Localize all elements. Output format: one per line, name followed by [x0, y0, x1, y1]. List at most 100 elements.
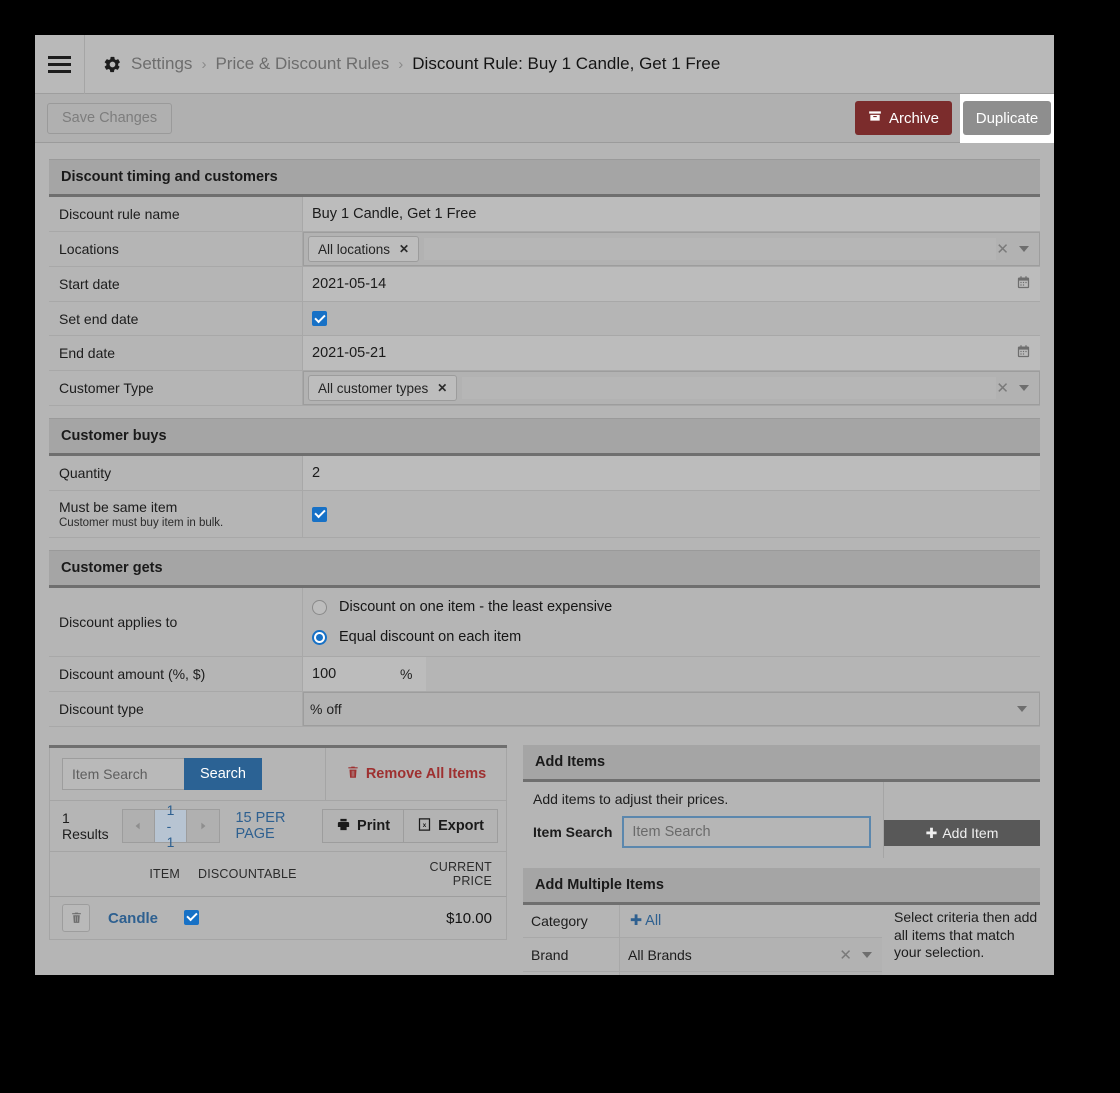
breadcrumb-price-discount-rules[interactable]: Price & Discount Rules — [215, 54, 389, 74]
locations-multiselect[interactable]: All locations ✕ ✕ — [303, 232, 1040, 266]
customer-type-multiselect[interactable]: All customer types ✕ ✕ — [303, 371, 1040, 405]
prev-page-button[interactable] — [122, 810, 155, 842]
delete-row-button[interactable] — [62, 904, 90, 932]
label-discount-applies-to: Discount applies to — [49, 588, 303, 656]
add-item-search-input[interactable]: Item Search — [622, 816, 871, 848]
section-title-customer-buys: Customer buys — [49, 418, 1040, 456]
calendar-icon[interactable] — [1016, 344, 1031, 363]
category-all-label: All — [645, 913, 662, 929]
label-quantity: Quantity — [49, 456, 303, 490]
clear-icon[interactable]: ✕ — [996, 379, 1019, 397]
section-title-customer-gets: Customer gets — [49, 550, 1040, 588]
save-changes-button[interactable]: Save Changes — [47, 102, 173, 134]
input-end-date[interactable]: 2021-05-21 — [303, 336, 1040, 370]
discount-amount-group: 100 % — [303, 657, 427, 691]
select-discount-type[interactable]: % off — [303, 692, 1040, 726]
category-all-link[interactable]: ✚ All — [620, 913, 661, 929]
add-multiple-body: Category ✚ All Brand All Brands ✕ Select… — [523, 905, 1040, 975]
export-button[interactable]: x Export — [404, 809, 498, 843]
radio-least-expensive-label: Discount on one item - the least expensi… — [339, 599, 613, 615]
clear-icon[interactable]: ✕ — [839, 946, 862, 964]
duplicate-button[interactable]: Duplicate — [962, 101, 1052, 135]
current-page-range[interactable]: 1 - 1 — [154, 802, 188, 850]
input-quantity[interactable]: 2 — [303, 456, 1040, 490]
calendar-icon[interactable] — [1016, 275, 1031, 294]
label-locations: Locations — [49, 232, 303, 266]
chip-all-customer-types[interactable]: All customer types ✕ — [308, 375, 458, 401]
radio-least-expensive-input[interactable] — [312, 599, 327, 615]
multiselect-input-area[interactable] — [424, 238, 997, 260]
category-value: ✚ All — [620, 905, 882, 937]
row-discount-type: Discount type % off — [49, 692, 1040, 727]
column-header-current-price: CURRENT PRICE — [429, 860, 492, 888]
breadcrumb-separator: › — [398, 55, 404, 73]
print-label: Print — [357, 818, 391, 834]
label-start-date: Start date — [49, 267, 303, 301]
remove-all-items-button[interactable]: Remove All Items — [326, 748, 506, 800]
vendor-value: All Vendors — [620, 972, 882, 975]
table-row: Candle $10.00 — [49, 897, 507, 940]
checkbox-must-be-same-item[interactable] — [312, 506, 327, 522]
chevron-down-icon[interactable] — [1019, 246, 1029, 252]
row-discountable-checkbox-wrap — [184, 909, 200, 927]
input-discount-rule-name[interactable]: Buy 1 Candle, Get 1 Free — [303, 197, 1040, 231]
items-panel-body: Item Search Search Remove All Items 1 Re… — [49, 745, 507, 940]
checkbox-discountable[interactable] — [184, 909, 200, 925]
multiselect-input-area[interactable] — [462, 377, 997, 399]
row-customer-type: Customer Type All customer types ✕ ✕ — [49, 371, 1040, 406]
radio-option-equal-discount[interactable]: Equal discount on each item — [303, 622, 612, 652]
checkbox-set-end-date[interactable] — [312, 311, 327, 326]
chip-remove-icon[interactable]: ✕ — [437, 381, 447, 395]
column-header-item: ITEM — [149, 867, 180, 881]
radio-option-least-expensive[interactable]: Discount on one item - the least expensi… — [303, 592, 612, 622]
input-discount-amount[interactable]: 100 — [303, 657, 388, 691]
section-title-add-items: Add Items — [523, 745, 1040, 782]
select-brand[interactable]: All Brands ✕ — [620, 938, 882, 971]
discount-applies-to-options: Discount on one item - the least expensi… — [303, 588, 612, 656]
top-header-bar: Settings › Price & Discount Rules › Disc… — [35, 35, 1054, 94]
discount-timing-section: Discount timing and customers Discount r… — [49, 159, 1040, 406]
row-must-be-same-item: Must be same item Customer must buy item… — [49, 491, 1040, 538]
section-title-timing: Discount timing and customers — [49, 159, 1040, 197]
archive-box-icon — [868, 109, 882, 127]
chip-label: All locations — [318, 241, 391, 257]
label-category: Category — [523, 905, 620, 937]
discount-type-value: % off — [310, 701, 342, 717]
items-table-header: ITEM DISCOUNTABLE CURRENT PRICE — [49, 852, 507, 897]
label-discount-type: Discount type — [49, 692, 303, 726]
per-page-selector[interactable]: 15 PER PAGE — [229, 810, 313, 842]
items-panel: Item Search Search Remove All Items 1 Re… — [49, 745, 507, 975]
label-discount-rule-name: Discount rule name — [49, 197, 303, 231]
next-page-button[interactable] — [187, 810, 220, 842]
print-button[interactable]: Print — [322, 809, 405, 843]
chip-remove-icon[interactable]: ✕ — [399, 242, 409, 256]
add-multiple-criteria: Category ✚ All Brand All Brands ✕ — [523, 905, 882, 975]
duplicate-button-highlight: Duplicate — [960, 93, 1054, 143]
hamburger-menu-icon[interactable] — [35, 35, 85, 94]
add-item-button-area: ✚ Add Item — [884, 782, 1040, 858]
breadcrumb-settings[interactable]: Settings — [131, 54, 192, 74]
results-count: 1 Results — [62, 810, 109, 842]
add-item-button[interactable]: ✚ Add Item — [884, 820, 1040, 846]
gear-icon[interactable] — [103, 55, 122, 74]
end-date-value: 2021-05-21 — [312, 345, 387, 361]
breadcrumb-current-page: Discount Rule: Buy 1 Candle, Get 1 Free — [412, 54, 721, 73]
must-be-same-item-title: Must be same item — [59, 499, 178, 515]
add-multiple-side-text: Select criteria then add all items that … — [894, 909, 1038, 960]
chip-all-locations[interactable]: All locations ✕ — [308, 236, 420, 262]
right-panels: Add Items Add items to adjust their pric… — [523, 745, 1040, 975]
radio-equal-discount-input[interactable] — [312, 629, 327, 645]
add-items-search-row: Item Search Item Search — [523, 816, 883, 858]
input-start-date[interactable]: 2021-05-14 — [303, 267, 1040, 301]
item-name-link[interactable]: Candle — [108, 910, 158, 927]
pagination-group: 1 - 1 — [121, 802, 221, 850]
add-multiple-side: Select criteria then add all items that … — [882, 905, 1040, 975]
chevron-down-icon[interactable] — [1019, 385, 1029, 391]
select-vendor[interactable]: All Vendors — [620, 972, 882, 975]
chevron-down-icon[interactable] — [862, 951, 872, 958]
clear-icon[interactable]: ✕ — [996, 240, 1019, 258]
item-search-input[interactable]: Item Search — [62, 758, 184, 790]
archive-button[interactable]: Archive — [854, 101, 952, 135]
search-button[interactable]: Search — [184, 758, 262, 790]
chevron-down-icon[interactable] — [1017, 706, 1027, 712]
